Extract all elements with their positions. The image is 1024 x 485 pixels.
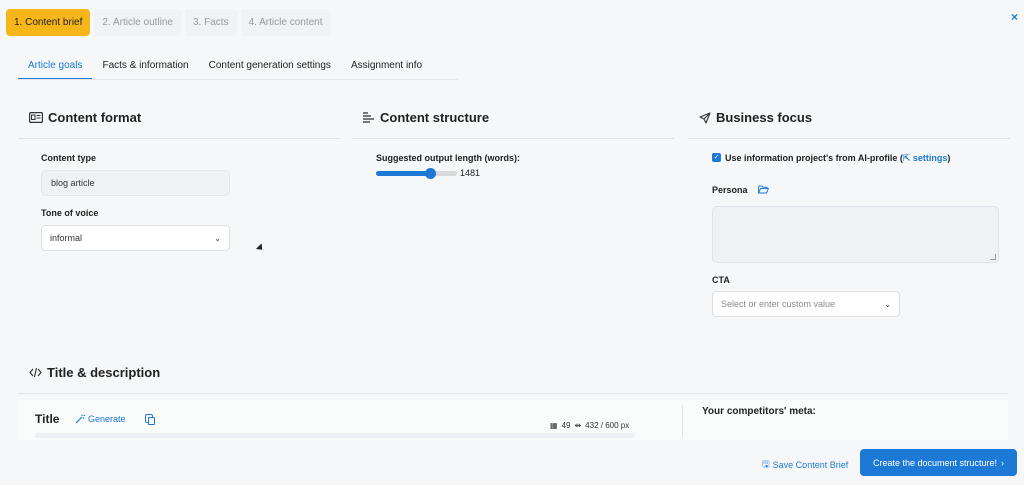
content-structure-title: Content structure [380,110,490,125]
step-article-outline[interactable]: 2. Article outline [94,9,181,36]
title-meta: ▦ 49 ⇹ 432 / 600 px [550,421,629,430]
send-icon [699,111,711,124]
save-icon: 🖫 [762,459,770,469]
resize-handle[interactable] [990,254,996,260]
competitors-meta-label: Your competitors' meta: [702,406,816,417]
tab-bar: Article goals Facts & information Conten… [18,55,432,80]
chevron-down-icon: ⌄ [884,299,891,309]
persona-textarea[interactable] [712,206,999,263]
content-type-value: blog article [51,178,95,188]
step-facts[interactable]: 3. Facts [184,9,237,36]
business-focus-title: Business focus [716,110,813,125]
title-input[interactable] [35,433,635,438]
content-type-input[interactable]: blog article [41,170,230,196]
title-label: Title [35,412,60,426]
generate-button[interactable]: Generate [75,414,126,424]
ai-profile-checkbox-label: Use information project's from AI-profil… [725,153,950,164]
cta-select[interactable]: Select or enter custom value ⌄ [712,291,900,317]
content-format-title: Content format [48,110,142,125]
text-align-left-icon [363,112,374,123]
ai-profile-text: Use information project's from AI-profil… [725,153,903,163]
chevron-right-icon: › [1001,457,1005,468]
close-icon[interactable]: × [1011,10,1018,24]
cta-label: CTA [712,275,730,285]
pixel-width: 432 / 600 px [585,421,630,430]
step-content-brief[interactable]: 1. Content brief [6,9,91,36]
title-description-title: Title & description [47,365,161,380]
pixel-width-icon: ⇹ [574,421,582,430]
save-content-brief-button[interactable]: 🖫 Save Content Brief [762,457,848,473]
id-card-icon [29,112,43,123]
generate-label: Generate [88,414,126,424]
section-divider [688,138,1010,139]
output-length-slider[interactable] [376,168,457,179]
character-count: 49 [561,421,571,430]
copy-icon[interactable] [145,414,155,425]
tabs-divider [18,79,458,80]
output-length-label: Suggested output length (words): [376,153,520,163]
tone-of-voice-label: Tone of voice [41,208,99,218]
tab-content-generation-settings[interactable]: Content generation settings [199,55,341,80]
content-type-label: Content type [41,153,96,163]
tab-facts-information[interactable]: Facts & information [92,55,198,80]
content-structure-header: Content structure [363,110,489,125]
chevron-down-icon: ⌄ [214,233,221,243]
tone-of-voice-select[interactable]: informal ⌄ [41,225,230,251]
section-divider [352,138,674,139]
tone-of-voice-value: informal [50,233,83,243]
primary-label: Create the document structure! [872,457,998,468]
tab-assignment-info[interactable]: Assignment info [341,55,432,80]
settings-link[interactable]: settings [913,153,948,163]
section-divider [18,138,340,139]
tab-article-goals[interactable]: Article goals [18,55,93,80]
slider-thumb[interactable] [425,168,436,179]
step-article-content[interactable]: 4. Article content [240,9,331,36]
folder-open-icon[interactable] [758,185,769,194]
step-nav: 1. Content brief 2. Article outline 3. F… [6,9,331,36]
ai-profile-checkbox[interactable]: ✓ [712,153,721,162]
output-length-value: 1481 [460,168,481,178]
cta-placeholder: Select or enter custom value [721,299,836,309]
section-divider [18,393,1008,394]
code-icon [29,367,42,378]
create-document-structure-button[interactable]: Create the document structure! › [860,449,1017,476]
persona-label: Persona [712,185,748,195]
content-format-header: Content format [29,110,141,125]
external-link-icon[interactable]: ⇱ [903,153,911,163]
panel-divider [682,405,683,437]
mouse-cursor-icon [255,243,266,253]
close-paren: ) [947,153,951,163]
character-count-icon: ▦ [550,421,558,430]
title-description-header: Title & description [29,365,160,380]
save-label: Save Content Brief [772,460,849,470]
business-focus-header: Business focus [699,110,812,125]
magic-wand-icon [75,414,85,424]
